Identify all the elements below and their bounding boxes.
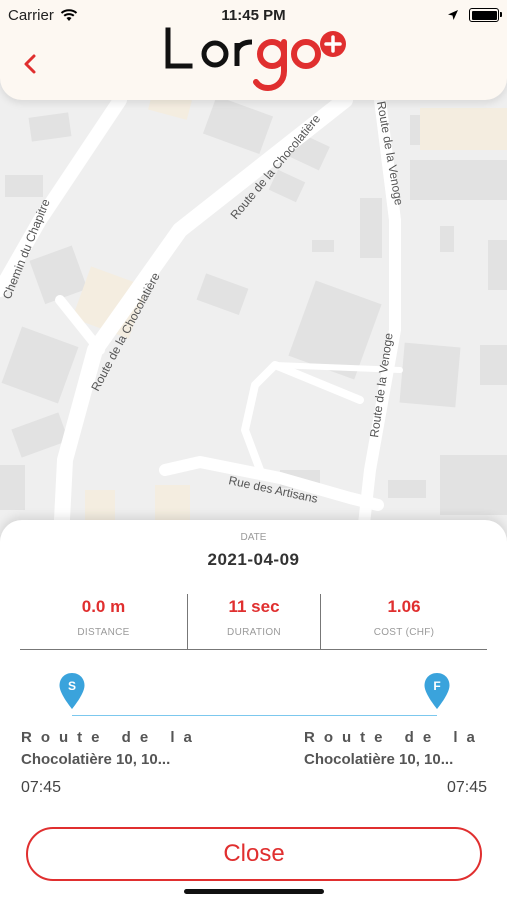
stat-duration: 11 sec DURATION bbox=[187, 594, 320, 649]
trip-stats: 0.0 m DISTANCE 11 sec DURATION 1.06 COST… bbox=[20, 594, 487, 650]
street-label-venoge-1: Route de la Venoge bbox=[374, 100, 406, 207]
date-label: DATE bbox=[240, 532, 267, 543]
start-address-line1: Route de la bbox=[21, 729, 201, 746]
stat-distance: 0.0 m DISTANCE bbox=[20, 594, 187, 649]
stat-duration-label: DURATION bbox=[227, 627, 281, 638]
close-button[interactable]: Close bbox=[26, 827, 482, 881]
end-address-line2: Chocolatière 10, 10... bbox=[304, 751, 454, 768]
start-address: Route de la Chocolatière 10, 10... bbox=[21, 727, 207, 771]
stat-cost-label: COST (CHF) bbox=[373, 627, 435, 638]
start-address-line2: Chocolatière 10, 10... bbox=[21, 751, 171, 768]
finish-pin-icon: F bbox=[424, 673, 450, 709]
app-logo bbox=[165, 27, 346, 92]
end-time: 07:45 bbox=[446, 779, 487, 796]
finish-pin-label: F bbox=[433, 679, 440, 693]
status-bar: Carrier 11:45 PM bbox=[0, 0, 507, 30]
back-button[interactable] bbox=[12, 46, 48, 82]
start-pin-icon: S bbox=[59, 673, 85, 709]
end-address: Route de la Chocolatière 10, 10... bbox=[304, 727, 490, 771]
stat-cost: 1.06 COST (CHF) bbox=[320, 594, 487, 649]
trip-date: 2021-04-09 bbox=[207, 550, 300, 569]
location-arrow-icon bbox=[448, 10, 458, 20]
carrier-label: Carrier bbox=[8, 6, 54, 24]
battery-icon bbox=[469, 8, 502, 22]
stat-distance-value: 0.0 m bbox=[81, 597, 126, 616]
street-label-venoge-2: Route de la Venoge bbox=[367, 332, 396, 439]
chevron-left-icon bbox=[24, 54, 36, 74]
stat-duration-value: 11 sec bbox=[228, 597, 280, 616]
stat-distance-label: DISTANCE bbox=[77, 627, 130, 638]
start-pin-label: S bbox=[68, 679, 76, 693]
end-address-line1: Route de la bbox=[304, 729, 484, 746]
home-indicator bbox=[184, 889, 324, 894]
trip-details-sheet: DATE 2021-04-09 0.0 m DISTANCE 11 sec DU… bbox=[0, 520, 507, 900]
route-line bbox=[72, 715, 437, 716]
wifi-icon bbox=[60, 8, 78, 21]
stat-cost-value: 1.06 bbox=[387, 597, 421, 616]
start-time: 07:45 bbox=[21, 779, 62, 796]
